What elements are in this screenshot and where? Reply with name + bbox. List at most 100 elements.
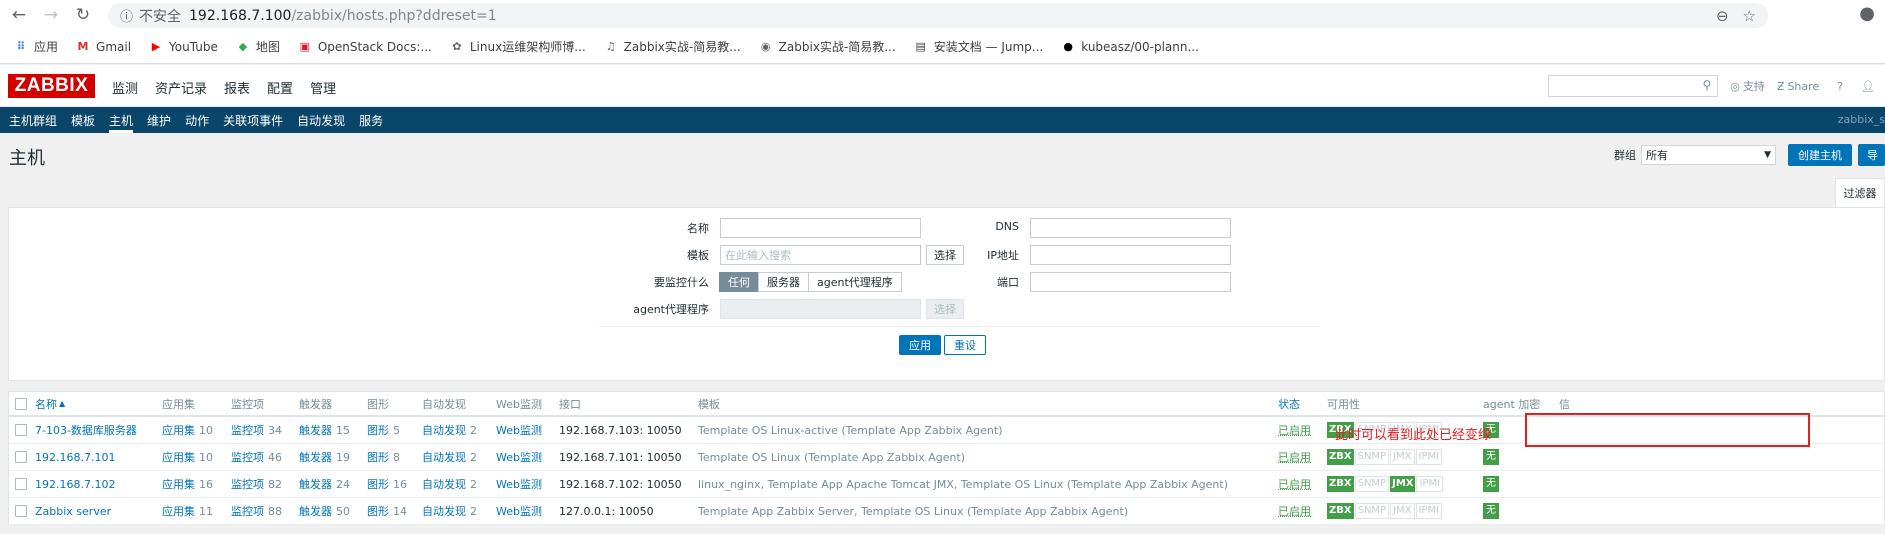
host-web-link[interactable]: Web监测 bbox=[496, 476, 542, 492]
host-applications-link[interactable]: 应用集 bbox=[162, 503, 195, 519]
host-templates[interactable]: Template OS Linux-active (Template App Z… bbox=[698, 417, 1003, 443]
share-link[interactable]: Ƶ Share bbox=[1777, 80, 1819, 93]
monitored-server-option[interactable]: 服务器 bbox=[758, 272, 809, 292]
zoom-icon[interactable]: ⊖ bbox=[1716, 7, 1729, 25]
host-items-link[interactable]: 监控项 bbox=[231, 449, 264, 465]
global-search-input[interactable]: ⚲ bbox=[1548, 75, 1719, 97]
host-items-link[interactable]: 监控项 bbox=[231, 422, 264, 438]
host-graphs-link[interactable]: 图形 bbox=[367, 476, 389, 492]
host-templates[interactable]: Template App Zabbix Server, Template OS … bbox=[698, 498, 1128, 524]
host-triggers-link[interactable]: 触发器 bbox=[299, 476, 332, 492]
bookmark-item[interactable]: ▣ OpenStack Docs:... bbox=[298, 40, 432, 54]
host-web-link[interactable]: Web监测 bbox=[496, 449, 542, 465]
bookmark-item[interactable]: ▶ YouTube bbox=[149, 40, 218, 54]
row-checkbox[interactable] bbox=[15, 451, 27, 463]
bookmark-item[interactable]: ⠿ 应用 bbox=[14, 38, 58, 55]
bookmark-item[interactable]: ▤ 安装文档 — Jump... bbox=[914, 38, 1044, 55]
host-name-link[interactable]: 7-103-数据库服务器 bbox=[35, 422, 137, 438]
filter-name-input[interactable] bbox=[720, 218, 921, 238]
group-select[interactable]: 所有 ▼ bbox=[1641, 145, 1776, 165]
search-icon[interactable]: ⚲ bbox=[1702, 78, 1711, 92]
profile-icon[interactable]: ● bbox=[1859, 3, 1875, 24]
submenu-actions[interactable]: 动作 bbox=[185, 108, 209, 133]
user-icon[interactable]: 👤︎ bbox=[1861, 80, 1875, 93]
host-status-toggle[interactable]: 已启用 bbox=[1278, 503, 1311, 519]
host-applications-link[interactable]: 应用集 bbox=[162, 449, 195, 465]
host-applications-link[interactable]: 应用集 bbox=[162, 476, 195, 492]
host-triggers-link[interactable]: 触发器 bbox=[299, 449, 332, 465]
menu-administration[interactable]: 管理 bbox=[310, 78, 336, 97]
host-items-link[interactable]: 监控项 bbox=[231, 503, 264, 519]
filter-dns-input[interactable] bbox=[1030, 218, 1231, 238]
col-name[interactable]: 名称 ▲ bbox=[35, 392, 65, 415]
help-icon[interactable]: ? bbox=[1837, 80, 1843, 93]
zabbix-logo[interactable]: ZABBIX bbox=[8, 74, 95, 98]
maps-icon: ◆ bbox=[238, 40, 248, 53]
col-status[interactable]: 状态 bbox=[1278, 392, 1300, 415]
monitored-proxy-option[interactable]: agent代理程序 bbox=[808, 272, 902, 292]
menu-inventory[interactable]: 资产记录 bbox=[155, 78, 207, 97]
select-all-checkbox[interactable] bbox=[15, 397, 27, 410]
host-web-link[interactable]: Web监测 bbox=[496, 503, 542, 519]
host-templates[interactable]: Template OS Linux (Template App Zabbix A… bbox=[698, 444, 965, 470]
support-link[interactable]: ◎ 支持 bbox=[1730, 78, 1765, 94]
filter-ip-input[interactable] bbox=[1030, 245, 1231, 265]
host-name-link[interactable]: 192.168.7.101 bbox=[35, 451, 115, 464]
host-triggers-link[interactable]: 触发器 bbox=[299, 503, 332, 519]
monitored-any-option[interactable]: 任何 bbox=[719, 272, 759, 292]
address-bar[interactable]: ⓘ 不安全 192.168.7.100/zabbix/hosts.php?ddr… bbox=[108, 3, 1768, 28]
host-name-link[interactable]: 192.168.7.102 bbox=[35, 478, 115, 491]
import-button[interactable]: 导 bbox=[1858, 144, 1885, 166]
submenu-services[interactable]: 服务 bbox=[359, 108, 383, 133]
submenu-host-groups[interactable]: 主机群组 bbox=[9, 108, 57, 133]
bookmark-item[interactable]: ♫ Zabbix实战-简易教... bbox=[604, 38, 741, 55]
info-icon[interactable]: ⓘ bbox=[120, 6, 133, 25]
submenu-correlation[interactable]: 关联项事件 bbox=[223, 108, 283, 133]
host-status-toggle[interactable]: 已启用 bbox=[1278, 449, 1311, 465]
host-templates[interactable]: linux_nginx, Template App Apache Tomcat … bbox=[698, 471, 1228, 497]
host-items-link[interactable]: 监控项 bbox=[231, 476, 264, 492]
host-applications-link[interactable]: 应用集 bbox=[162, 422, 195, 438]
filter-apply-button[interactable]: 应用 bbox=[899, 335, 941, 355]
host-graphs-link[interactable]: 图形 bbox=[367, 503, 389, 519]
host-status-toggle[interactable]: 已启用 bbox=[1278, 476, 1311, 492]
filter-tab[interactable]: 过滤器 bbox=[1835, 178, 1885, 207]
bookmark-item[interactable]: M Gmail bbox=[76, 40, 132, 54]
host-status-toggle[interactable]: 已启用 bbox=[1278, 422, 1311, 438]
host-discovery-count: 2 bbox=[470, 504, 477, 518]
menu-monitoring[interactable]: 监测 bbox=[112, 78, 138, 97]
filter-port-input[interactable] bbox=[1030, 272, 1231, 292]
row-checkbox[interactable] bbox=[15, 505, 27, 517]
bookmark-item[interactable]: ✿ Linux运维架构师博... bbox=[450, 38, 585, 55]
host-graphs-link[interactable]: 图形 bbox=[367, 449, 389, 465]
filter-template-input[interactable]: 在此输入搜索 bbox=[720, 245, 921, 265]
filter-reset-button[interactable]: 重设 bbox=[944, 335, 986, 355]
bookmark-item[interactable]: ◆ 地图 bbox=[236, 38, 280, 55]
menu-configuration[interactable]: 配置 bbox=[267, 78, 293, 97]
host-triggers-link[interactable]: 触发器 bbox=[299, 422, 332, 438]
host-name-link[interactable]: Zabbix server bbox=[35, 505, 111, 518]
forward-arrow-icon[interactable]: → bbox=[38, 2, 64, 28]
template-select-button[interactable]: 选择 bbox=[926, 245, 964, 265]
host-discovery-link[interactable]: 自动发现 bbox=[422, 476, 466, 492]
reload-icon[interactable]: ↻ bbox=[70, 2, 96, 28]
submenu-hosts[interactable]: 主机 bbox=[109, 108, 134, 133]
host-discovery-link[interactable]: 自动发现 bbox=[422, 503, 466, 519]
bookmark-star-icon[interactable]: ☆ bbox=[1743, 7, 1756, 25]
submenu-maintenance[interactable]: 维护 bbox=[147, 108, 171, 133]
filter-template-label: 模板 bbox=[687, 249, 709, 262]
row-checkbox[interactable] bbox=[15, 424, 27, 436]
back-arrow-icon[interactable]: ← bbox=[6, 2, 32, 28]
bookmark-item[interactable]: ◉ Zabbix实战-简易教... bbox=[759, 38, 896, 55]
host-discovery-link[interactable]: 自动发现 bbox=[422, 422, 466, 438]
submenu-discovery[interactable]: 自动发现 bbox=[297, 108, 345, 133]
host-web-link[interactable]: Web监测 bbox=[496, 422, 542, 438]
row-checkbox[interactable] bbox=[15, 478, 27, 490]
host-graphs-link[interactable]: 图形 bbox=[367, 422, 389, 438]
bookmark-item[interactable]: ● kubeasz/00-plann... bbox=[1061, 40, 1199, 54]
menu-reports[interactable]: 报表 bbox=[224, 78, 250, 97]
host-discovery-link[interactable]: 自动发现 bbox=[422, 449, 466, 465]
create-host-button[interactable]: 创建主机 bbox=[1788, 144, 1852, 166]
col-discovery: 自动发现 bbox=[422, 397, 466, 411]
submenu-templates[interactable]: 模板 bbox=[71, 108, 95, 133]
